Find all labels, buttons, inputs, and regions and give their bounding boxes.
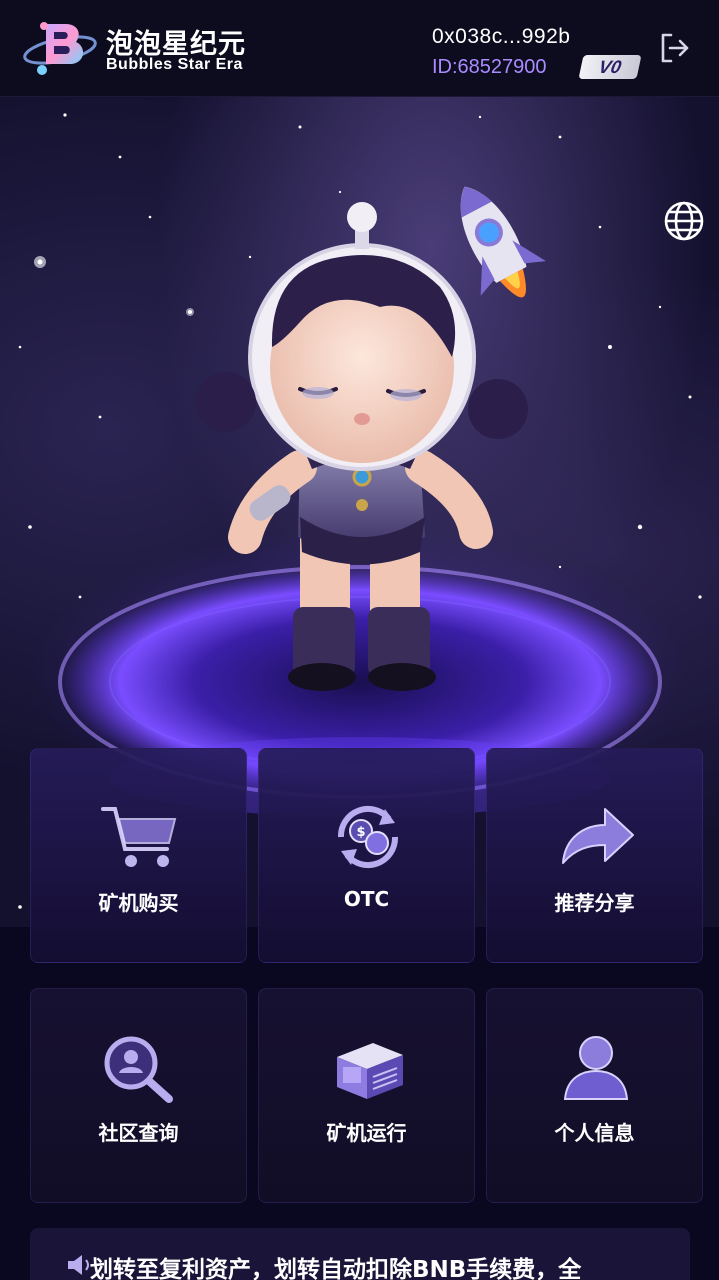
menu-tile-community-query[interactable]: 社区查询	[30, 988, 247, 1203]
menu-tile-personal-info[interactable]: 个人信息	[486, 988, 703, 1203]
announcement-bar[interactable]: 划转至复利资产，划转自动扣除BNB手续费，全	[30, 1228, 690, 1280]
level-badge: V0	[578, 55, 642, 79]
menu-tile-label: 个人信息	[554, 1121, 635, 1145]
user-profile-icon	[563, 1036, 629, 1100]
menu-tile-label: 社区查询	[98, 1121, 179, 1145]
user-search-icon	[104, 1036, 173, 1103]
wallet-address[interactable]: 0x038c...992b	[432, 25, 570, 49]
app-header: 泡泡星纪元 Bubbles Star Era 0x038c...992b ID:…	[0, 0, 719, 97]
mining-machine-icon	[337, 1043, 403, 1099]
shopping-cart-icon	[101, 807, 177, 867]
menu-tile-miner-purchase[interactable]: 矿机购买	[30, 748, 247, 963]
language-globe-icon[interactable]	[662, 199, 706, 243]
menu-tile-label: OTC	[343, 887, 390, 911]
user-id: ID:68527900	[432, 56, 547, 78]
announcement-text: 划转至复利资产，划转自动扣除BNB手续费，全	[90, 1257, 582, 1280]
menu-tile-referral-share[interactable]: 推荐分享	[486, 748, 703, 963]
exchange-icon: $	[337, 805, 399, 869]
logo-icon	[23, 22, 97, 75]
logout-icon[interactable]	[656, 30, 692, 66]
menu-tile-label: 矿机购买	[98, 891, 179, 915]
menu-tile-label: 矿机运行	[326, 1121, 407, 1145]
svg-text:$: $	[356, 825, 365, 840]
menu-tile-miner-running[interactable]: 矿机运行	[258, 988, 475, 1203]
share-arrow-icon	[562, 808, 634, 864]
brand-name-en: Bubbles Star Era	[106, 56, 243, 73]
menu-tile-label: 推荐分享	[554, 891, 635, 915]
menu-tile-otc[interactable]: $ OTC	[258, 748, 475, 963]
